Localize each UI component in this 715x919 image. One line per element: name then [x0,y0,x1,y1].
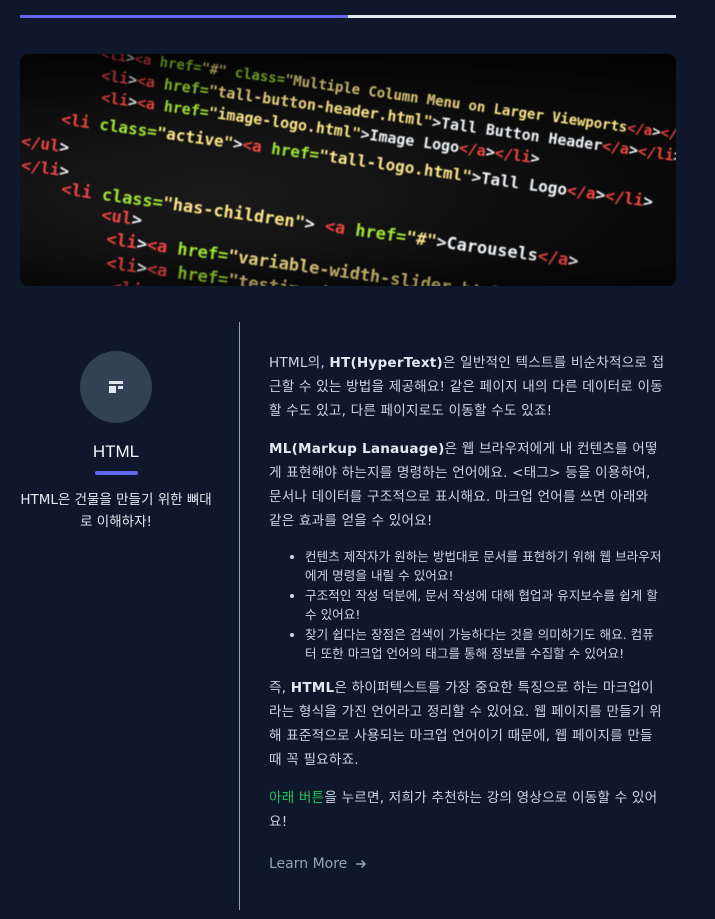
list-item: 찾기 쉽다는 장점은 검색이 가능하다는 것을 의미하기도 해요. 컴퓨터 또한… [305,625,665,663]
benefit-list: 컨텐츠 제작자가 원하는 방법대로 문서를 표현하기 위해 웹 브라우저에게 명… [269,547,665,663]
layout-icon [109,381,123,393]
hero-code-image: <li><a href="#" class="Multiple Column M… [20,54,676,286]
course-description: HTML은 건물을 만들기 위한 뼈대로 이해하자! [20,492,212,530]
list-item: 구조적인 작성 덕분에, 문서 작성에 대해 협업과 유지보수를 쉽게 할 수 … [305,586,665,624]
arrow-right-icon [356,859,367,869]
p1-prefix: HTML의, [269,355,330,371]
course-avatar [80,351,152,423]
paragraph-markup: ML(Markup Lanauage)은 웹 브라우저에게 내 컨텐츠를 어떻게… [269,437,665,533]
code-screenshot: <li><a href="#" class="Multiple Column M… [20,54,676,286]
p2-bold: ML(Markup Lanauage) [269,441,445,457]
p3-bold: HTML [290,680,335,696]
progress-bar [20,15,676,18]
p4-text: 을 누르면, 저희가 추천하는 강의 영상으로 이동할 수 있어요! [269,790,658,830]
learn-more-link[interactable]: Learn More [269,852,367,876]
learn-more-label: Learn More [269,856,348,872]
course-title: HTML [92,442,140,461]
p1-bold: HT(HyperText) [329,355,443,371]
course-card: HTML HTML은 건물을 만들기 위한 뼈대로 이해하자! [20,322,212,533]
course-content: HTML의, HT(HyperText)은 일반적인 텍스트를 비순차적으로 접… [269,351,665,876]
p3-prefix: 즉, [269,680,291,696]
title-underline [94,471,138,475]
paragraph-summary: 즉, HTML은 하이퍼텍스트를 가장 중요한 특징으로 하는 마크업이라는 형… [269,676,665,772]
list-item: 컨텐츠 제작자가 원하는 방법대로 문서를 표현하기 위해 웹 브라우저에게 명… [305,547,665,585]
paragraph-cta: 아래 버튼을 누르면, 저희가 추천하는 강의 영상으로 이동할 수 있어요! [269,786,665,834]
progress-bar-fill [20,15,348,18]
cta-highlight: 아래 버튼 [269,790,325,806]
vertical-divider [239,322,240,910]
paragraph-hypertext: HTML의, HT(HyperText)은 일반적인 텍스트를 비순차적으로 접… [269,351,665,423]
